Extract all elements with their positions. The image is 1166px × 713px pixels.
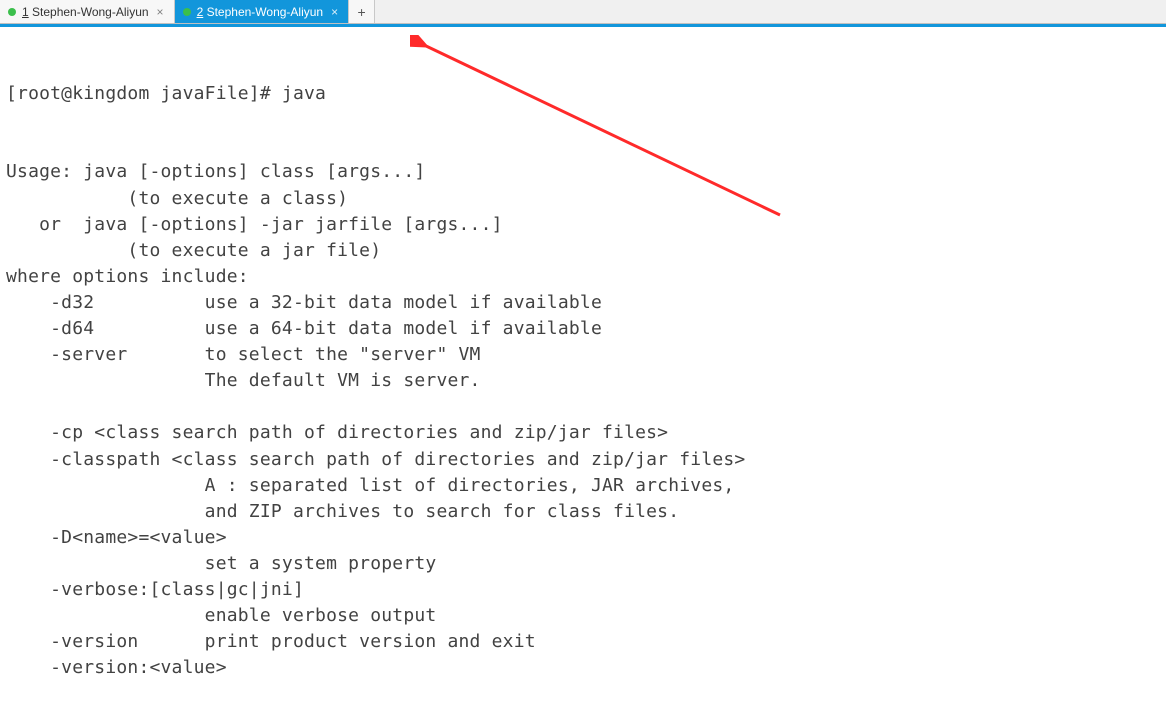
tab-label: 2 Stephen-Wong-Aliyun [197, 5, 324, 19]
close-icon[interactable]: × [155, 6, 166, 18]
terminal-tab-1[interactable]: 1 Stephen-Wong-Aliyun × [0, 0, 175, 23]
status-dot-icon [8, 8, 16, 16]
tab-label: 1 Stephen-Wong-Aliyun [22, 5, 149, 19]
command-output: Usage: java [-options] class [args...] (… [6, 159, 1160, 681]
shell-prompt-line: [root@kingdom javaFile]# java [6, 81, 1160, 107]
close-icon[interactable]: × [329, 6, 340, 18]
terminal-tab-2[interactable]: 2 Stephen-Wong-Aliyun × [175, 0, 350, 23]
plus-icon: + [358, 4, 366, 20]
status-dot-icon [183, 8, 191, 16]
terminal-output[interactable]: [root@kingdom javaFile]# java Usage: jav… [0, 27, 1166, 713]
new-tab-button[interactable]: + [349, 0, 375, 23]
tab-bar: 1 Stephen-Wong-Aliyun × 2 Stephen-Wong-A… [0, 0, 1166, 24]
